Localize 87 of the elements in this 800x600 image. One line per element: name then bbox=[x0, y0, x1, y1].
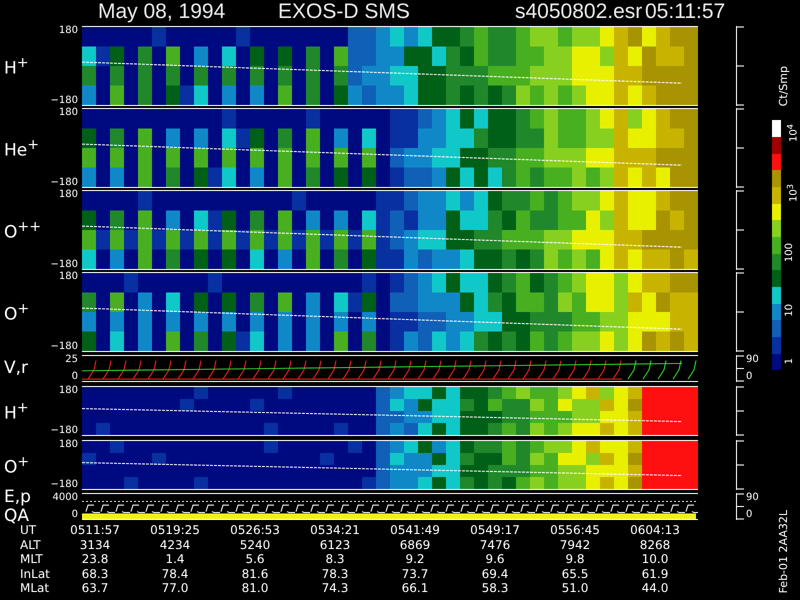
axis-tick-label: −180 bbox=[50, 96, 78, 106]
table-cell: 9.2 bbox=[405, 552, 425, 566]
axis-tick-label: −180 bbox=[50, 178, 78, 188]
axis-tick-label: 180 bbox=[58, 190, 78, 200]
table-cell: 5240 bbox=[240, 538, 270, 552]
table-cell: 51.0 bbox=[562, 581, 588, 596]
panel-label: E,p bbox=[4, 488, 31, 506]
table-cell: 7942 bbox=[560, 538, 590, 552]
panel-label: H$^{+}$ bbox=[4, 398, 29, 424]
row-label: MLT bbox=[20, 552, 44, 566]
table-cell: 9.6 bbox=[485, 552, 505, 566]
scale-label: 1 bbox=[783, 358, 796, 364]
file-note: Feb-01 2AA32L bbox=[776, 510, 790, 594]
table-cell: 61.9 bbox=[642, 566, 668, 581]
table-cell: 74.3 bbox=[322, 581, 348, 596]
panel-label: He$^{+}$ bbox=[4, 136, 40, 160]
scale-label: 100 bbox=[783, 243, 796, 262]
axis-tick-label: 0 bbox=[746, 510, 754, 520]
axis-tick-label: 0 bbox=[72, 510, 78, 520]
axis-tick-label: 180 bbox=[58, 108, 78, 118]
panel-label: O$^{+}$ bbox=[4, 452, 30, 478]
panel-label: QA bbox=[4, 506, 30, 526]
axis-tick-label: 0 bbox=[746, 372, 754, 382]
axis-tick-label: −180 bbox=[50, 426, 78, 436]
table-cell: 78.3 bbox=[322, 566, 348, 581]
row-label: UT bbox=[20, 523, 38, 538]
table-cell: 3134 bbox=[80, 538, 110, 552]
scale-label: 10 bbox=[783, 304, 796, 317]
axis-tick-label: −180 bbox=[50, 260, 78, 270]
panel-label: O$^{+}$ bbox=[4, 300, 30, 324]
table-cell: 73.7 bbox=[402, 566, 428, 581]
table-cell: 0526:53 bbox=[230, 523, 280, 538]
table-cell: 0556:45 bbox=[550, 523, 600, 538]
axis-tick-label: 90 bbox=[746, 493, 759, 503]
table-cell: 0541:49 bbox=[390, 523, 440, 538]
table-cell: 65.5 bbox=[562, 566, 588, 581]
table-cell: 66.1 bbox=[402, 581, 428, 596]
axis-tick-marks bbox=[737, 493, 745, 520]
row-label: ALT bbox=[20, 538, 42, 552]
panel-label: V,r bbox=[4, 359, 28, 378]
table-cell: 6123 bbox=[320, 538, 350, 552]
table-cell: 0511:57 bbox=[70, 523, 120, 538]
axis-tick-label: −180 bbox=[50, 342, 78, 352]
axis-tick-label: 0 bbox=[72, 372, 78, 382]
axis-tick-label: 180 bbox=[58, 272, 78, 282]
table-cell: 58.3 bbox=[482, 581, 508, 596]
axis-tick-label: 180 bbox=[58, 26, 78, 36]
file-name: s4050802.esr bbox=[515, 0, 644, 24]
row-label: MLat bbox=[20, 581, 50, 596]
table-cell: 78.4 bbox=[162, 566, 188, 581]
axis-tick-marks bbox=[737, 440, 745, 490]
table-cell: 10.0 bbox=[642, 552, 668, 566]
axis-tick-label: 25 bbox=[65, 355, 78, 365]
table-cell: 9.8 bbox=[565, 552, 585, 566]
table-cell: 8.3 bbox=[325, 552, 345, 566]
table-cell: 77.0 bbox=[162, 581, 188, 596]
table-cell: 63.7 bbox=[82, 581, 108, 596]
table-cell: 81.6 bbox=[242, 566, 268, 581]
table-cell: 4234 bbox=[160, 538, 190, 552]
axis-tick-label: 180 bbox=[58, 386, 78, 396]
table-cell: 5.6 bbox=[245, 552, 265, 566]
table-cell: 23.8 bbox=[82, 552, 108, 566]
unit-label: Ct/Smp bbox=[776, 66, 790, 106]
axis-tick-marks bbox=[737, 355, 745, 382]
table-cell: 44.0 bbox=[642, 581, 668, 596]
panel-label: H$^{+}$ bbox=[4, 54, 29, 78]
table-cell: 8268 bbox=[640, 538, 670, 552]
axis-tick-label: −180 bbox=[50, 480, 78, 490]
table-cell: 0534:21 bbox=[310, 523, 360, 538]
date-text: May 08, 1994 bbox=[98, 0, 226, 24]
table-cell: 69.4 bbox=[482, 566, 508, 581]
table-cell: 0519:25 bbox=[150, 523, 200, 538]
table-cell: 0549:17 bbox=[470, 523, 520, 538]
row-label: InLat bbox=[20, 566, 51, 581]
table-cell: 1.4 bbox=[165, 552, 185, 566]
instrument-title: EXOS-D SMS bbox=[278, 0, 411, 24]
panel-label: O$^{++}$ bbox=[4, 218, 42, 242]
table-cell: 7476 bbox=[480, 538, 510, 552]
axis-tick-marks bbox=[737, 386, 745, 436]
table-cell: 68.3 bbox=[82, 566, 108, 581]
axis-tick-label: 4000 bbox=[52, 493, 78, 503]
axis-tick-label: 180 bbox=[58, 440, 78, 450]
table-cell: 81.0 bbox=[242, 581, 268, 596]
axis-tick-label: 90 bbox=[746, 355, 759, 365]
time-text: 05:11:57 bbox=[645, 0, 726, 24]
table-cell: 6869 bbox=[400, 538, 430, 552]
table-cell: 0604:13 bbox=[630, 523, 680, 538]
